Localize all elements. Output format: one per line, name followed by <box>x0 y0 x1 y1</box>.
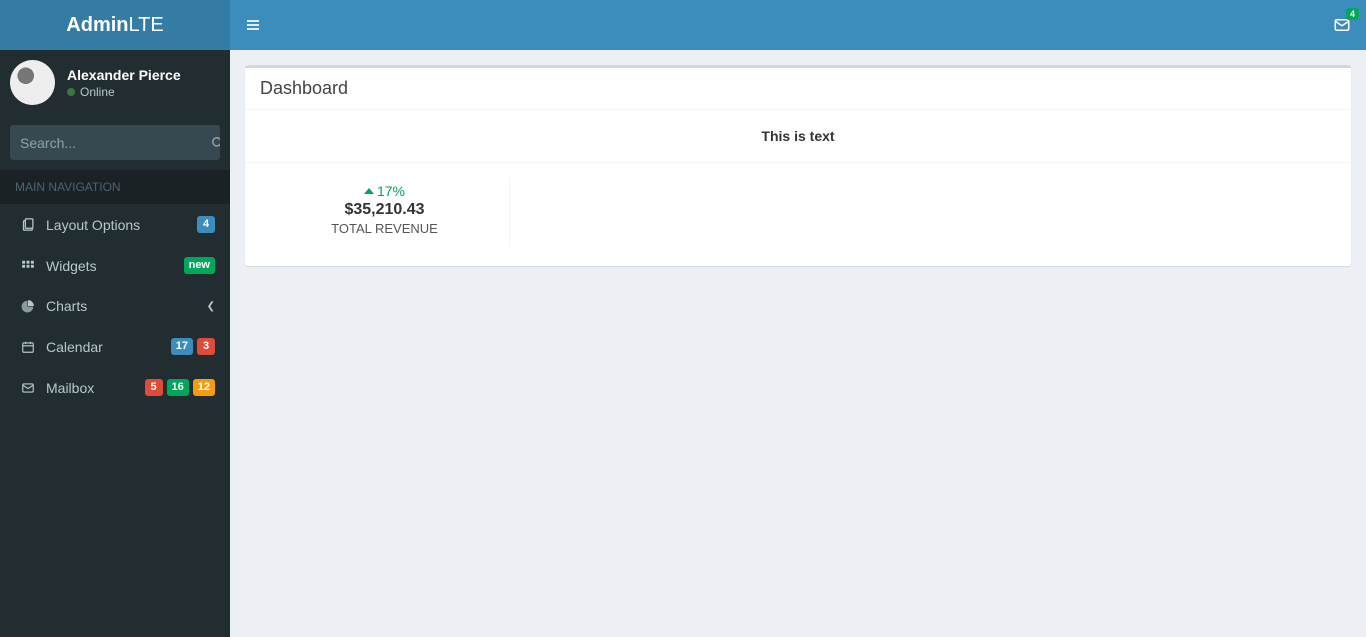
badge: 16 <box>167 379 189 396</box>
pie-chart-icon <box>18 299 38 313</box>
files-icon <box>18 217 38 232</box>
search-input[interactable] <box>10 125 211 160</box>
th-icon <box>18 259 38 273</box>
badge: 17 <box>171 338 193 355</box>
stat-row: 17% $35,210.43 TOTAL REVENUE <box>260 178 1336 246</box>
search-button[interactable] <box>211 125 220 160</box>
badge: 12 <box>193 379 215 396</box>
nav-label: Calendar <box>46 339 171 355</box>
badge: 3 <box>197 338 215 355</box>
divider <box>245 162 1351 163</box>
brand-logo[interactable]: AdminLTE <box>0 0 230 50</box>
search-form <box>0 115 230 170</box>
main: 4 Dashboard This is text 17% <box>230 0 1366 637</box>
stat-percent-value: 17% <box>377 183 405 199</box>
sidebar-item-widgets[interactable]: Widgets new <box>0 245 230 286</box>
top-nav: 4 <box>230 0 1366 50</box>
nav-label: Layout Options <box>46 217 197 233</box>
messages-badge: 4 <box>1346 8 1359 20</box>
caret-up-icon <box>364 188 374 194</box>
avatar[interactable] <box>10 60 55 105</box>
stat-total-revenue: 17% $35,210.43 TOTAL REVENUE <box>260 178 510 246</box>
nav-label: Charts <box>46 298 207 314</box>
sidebar-item-layout-options[interactable]: Layout Options 4 <box>0 204 230 245</box>
sidebar-item-calendar[interactable]: Calendar 17 3 <box>0 326 230 367</box>
nav-header: MAIN NAVIGATION <box>0 170 230 204</box>
stat-label: TOTAL REVENUE <box>270 221 499 236</box>
badge: 5 <box>145 379 163 396</box>
user-status-text: Online <box>80 85 115 99</box>
messages-button[interactable]: 4 <box>1333 16 1351 34</box>
badge: new <box>184 257 215 274</box>
chevron-left-icon: ❮ <box>207 301 215 312</box>
brand-bold: Admin <box>66 14 128 37</box>
menu-toggle-button[interactable] <box>245 17 261 33</box>
nav-label: Widgets <box>46 258 184 274</box>
sidebar-item-charts[interactable]: Charts ❮ <box>0 286 230 326</box>
stat-value: $35,210.43 <box>270 201 499 219</box>
sidebar-item-mailbox[interactable]: Mailbox 5 16 12 <box>0 367 230 408</box>
nav-list: Layout Options 4 Widgets new Charts ❮ <box>0 204 230 408</box>
nav-label: Mailbox <box>46 380 145 396</box>
bars-icon <box>245 17 261 33</box>
box-title: Dashboard <box>245 68 1351 110</box>
badge: 4 <box>197 216 215 233</box>
sidebar: AdminLTE Alexander Pierce Online MAIN NA… <box>0 0 230 637</box>
stat-percent: 17% <box>270 183 499 199</box>
user-panel: Alexander Pierce Online <box>0 50 230 115</box>
calendar-icon <box>18 340 38 354</box>
box-description: This is text <box>260 120 1336 162</box>
search-icon <box>211 136 220 150</box>
dashboard-box: Dashboard This is text 17% $35,210.43 TO… <box>245 65 1351 266</box>
user-name: Alexander Pierce <box>67 67 181 83</box>
envelope-icon <box>18 381 38 395</box>
status-dot-icon <box>67 88 75 96</box>
user-status: Online <box>67 85 181 99</box>
content: Dashboard This is text 17% $35,210.43 TO… <box>230 50 1366 281</box>
brand-light: LTE <box>129 14 164 37</box>
